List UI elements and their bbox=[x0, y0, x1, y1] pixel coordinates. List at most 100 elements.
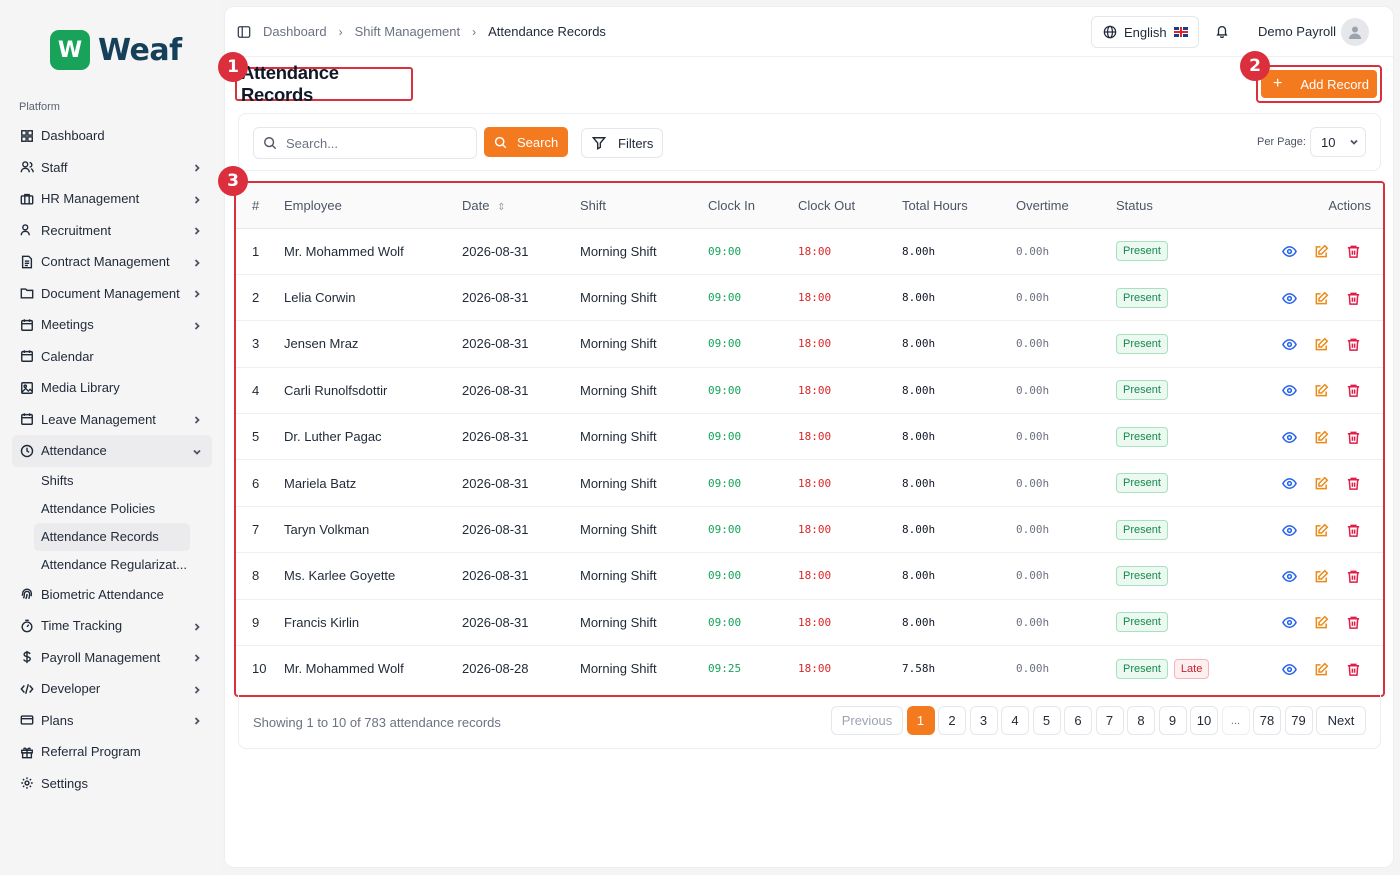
page-button-6[interactable]: 6 bbox=[1064, 706, 1092, 735]
user-name[interactable]: Demo Payroll bbox=[1258, 24, 1336, 39]
delete-icon[interactable] bbox=[1346, 337, 1361, 352]
view-icon[interactable] bbox=[1282, 569, 1297, 584]
edit-icon[interactable] bbox=[1314, 662, 1329, 677]
bell-icon[interactable] bbox=[1215, 24, 1229, 39]
delete-icon[interactable] bbox=[1346, 662, 1361, 677]
cell-clock-in: 09:00 bbox=[708, 367, 798, 415]
col-date-header[interactable]: Date ⇕ bbox=[462, 183, 580, 229]
delete-icon[interactable] bbox=[1346, 476, 1361, 491]
filters-button[interactable]: Filters bbox=[581, 128, 663, 158]
sidebar-item-hr-management[interactable]: HR Management bbox=[12, 183, 212, 215]
edit-icon[interactable] bbox=[1314, 291, 1329, 306]
edit-icon[interactable] bbox=[1314, 383, 1329, 398]
edit-icon[interactable] bbox=[1314, 569, 1329, 584]
view-icon[interactable] bbox=[1282, 523, 1297, 538]
sidebar-subitem-attendance-policies[interactable]: Attendance Policies bbox=[34, 495, 190, 523]
sidebar-subitem-shifts[interactable]: Shifts bbox=[34, 467, 190, 495]
logo[interactable]: W Weaf bbox=[50, 30, 182, 70]
view-icon[interactable] bbox=[1282, 244, 1297, 259]
edit-icon[interactable] bbox=[1314, 337, 1329, 352]
view-icon[interactable] bbox=[1282, 383, 1297, 398]
sidebar-item-staff[interactable]: Staff bbox=[12, 152, 212, 184]
previous-page-button[interactable]: Previous bbox=[831, 706, 903, 735]
chevron-right-icon bbox=[192, 714, 204, 726]
page-button-8[interactable]: 8 bbox=[1127, 706, 1155, 735]
sidebar-item-biometric-attendance[interactable]: Biometric Attendance bbox=[12, 579, 212, 611]
delete-icon[interactable] bbox=[1346, 430, 1361, 445]
grid-icon bbox=[20, 129, 34, 143]
delete-icon[interactable] bbox=[1346, 615, 1361, 630]
cell-shift: Morning Shift bbox=[580, 367, 708, 415]
sidebar-item-contract-management[interactable]: Contract Management bbox=[12, 246, 212, 278]
page-button-7[interactable]: 7 bbox=[1095, 706, 1124, 735]
sidebar-item-calendar[interactable]: Calendar bbox=[12, 341, 212, 373]
delete-icon[interactable] bbox=[1346, 244, 1361, 259]
col-overtime-header: Overtime bbox=[1016, 183, 1116, 229]
sidebar-item-developer[interactable]: Developer bbox=[12, 673, 212, 705]
page-button-78[interactable]: 78 bbox=[1253, 706, 1281, 735]
next-page-button[interactable]: Next bbox=[1316, 706, 1366, 735]
breadcrumb-dashboard[interactable]: Dashboard bbox=[263, 24, 327, 39]
cell-clock-in: 09:00 bbox=[708, 413, 798, 461]
sidebar-item-meetings[interactable]: Meetings bbox=[12, 309, 212, 341]
delete-icon[interactable] bbox=[1346, 569, 1361, 584]
fingerprint-icon bbox=[20, 587, 34, 601]
showing-count: Showing 1 to 10 of 783 attendance record… bbox=[253, 715, 501, 730]
sidebar-item-dashboard[interactable]: Dashboard bbox=[12, 120, 212, 152]
sidebar-item-label: Attendance bbox=[41, 443, 107, 459]
clock-icon bbox=[20, 444, 34, 458]
sidebar-item-leave-management[interactable]: Leave Management bbox=[12, 404, 212, 436]
sidebar: W Weaf Platform Dashboard Staff HR Managem… bbox=[0, 0, 222, 875]
language-switcher[interactable]: English bbox=[1091, 16, 1199, 48]
page-button-1[interactable]: 1 bbox=[906, 706, 935, 735]
delete-icon[interactable] bbox=[1346, 383, 1361, 398]
sidebar-item-media-library[interactable]: Media Library bbox=[12, 372, 212, 404]
view-icon[interactable] bbox=[1282, 291, 1297, 306]
sidebar-nav: Dashboard Staff HR Management Recruitment Co… bbox=[12, 120, 212, 799]
sidebar-item-recruitment[interactable]: Recruitment bbox=[12, 215, 212, 247]
page-button-5[interactable]: 5 bbox=[1032, 706, 1061, 735]
sidebar-item-settings[interactable]: Settings bbox=[12, 768, 212, 800]
per-page-select[interactable]: 10 bbox=[1310, 127, 1366, 157]
breadcrumb-shift-management[interactable]: Shift Management bbox=[355, 24, 461, 39]
sidebar-item-time-tracking[interactable]: Time Tracking bbox=[12, 610, 212, 642]
edit-icon[interactable] bbox=[1314, 430, 1329, 445]
sidebar-item-referral-program[interactable]: Referral Program bbox=[12, 736, 212, 768]
edit-icon[interactable] bbox=[1314, 523, 1329, 538]
edit-icon[interactable] bbox=[1314, 615, 1329, 630]
search-icon bbox=[494, 136, 507, 148]
table-row: 4 Carli Runolfsdottir 2026-08-31 Morning Sh… bbox=[236, 367, 1383, 415]
sidebar-toggle-icon[interactable] bbox=[237, 25, 251, 39]
breadcrumb-separator-icon: › bbox=[338, 24, 343, 39]
search-input[interactable] bbox=[286, 135, 466, 151]
page-button-79[interactable]: 79 bbox=[1284, 706, 1313, 735]
sidebar-item-payroll-management[interactable]: Payroll Management bbox=[12, 642, 212, 674]
add-record-button[interactable]: + Add Record bbox=[1261, 70, 1377, 98]
page-button-3[interactable]: 3 bbox=[969, 706, 998, 735]
cell-employee: Taryn Volkman bbox=[284, 506, 462, 554]
card-icon bbox=[20, 713, 34, 727]
sidebar-item-attendance[interactable]: Attendance bbox=[12, 435, 212, 467]
avatar[interactable] bbox=[1341, 18, 1369, 46]
page-button-10[interactable]: 10 bbox=[1190, 706, 1218, 735]
view-icon[interactable] bbox=[1282, 662, 1297, 677]
search-icon bbox=[264, 137, 277, 150]
page-button-9[interactable]: 9 bbox=[1158, 706, 1187, 735]
sidebar-subitem-attendance-records[interactable]: Attendance Records bbox=[34, 522, 190, 551]
edit-icon[interactable] bbox=[1314, 476, 1329, 491]
sidebar-item-plans[interactable]: Plans bbox=[12, 705, 212, 737]
view-icon[interactable] bbox=[1282, 476, 1297, 491]
delete-icon[interactable] bbox=[1346, 291, 1361, 306]
view-icon[interactable] bbox=[1282, 337, 1297, 352]
search-field[interactable] bbox=[253, 127, 477, 159]
sidebar-subitem-attendance-regularizat[interactable]: Attendance Regularizat... bbox=[34, 551, 190, 579]
view-icon[interactable] bbox=[1282, 615, 1297, 630]
page-button-2[interactable]: 2 bbox=[938, 706, 966, 735]
view-icon[interactable] bbox=[1282, 430, 1297, 445]
search-button[interactable]: Search bbox=[484, 127, 568, 157]
sidebar-item-document-management[interactable]: Document Management bbox=[12, 278, 212, 310]
add-record-label: Add Record bbox=[1300, 76, 1369, 92]
page-button-4[interactable]: 4 bbox=[1001, 706, 1029, 735]
delete-icon[interactable] bbox=[1346, 523, 1361, 538]
edit-icon[interactable] bbox=[1314, 244, 1329, 259]
